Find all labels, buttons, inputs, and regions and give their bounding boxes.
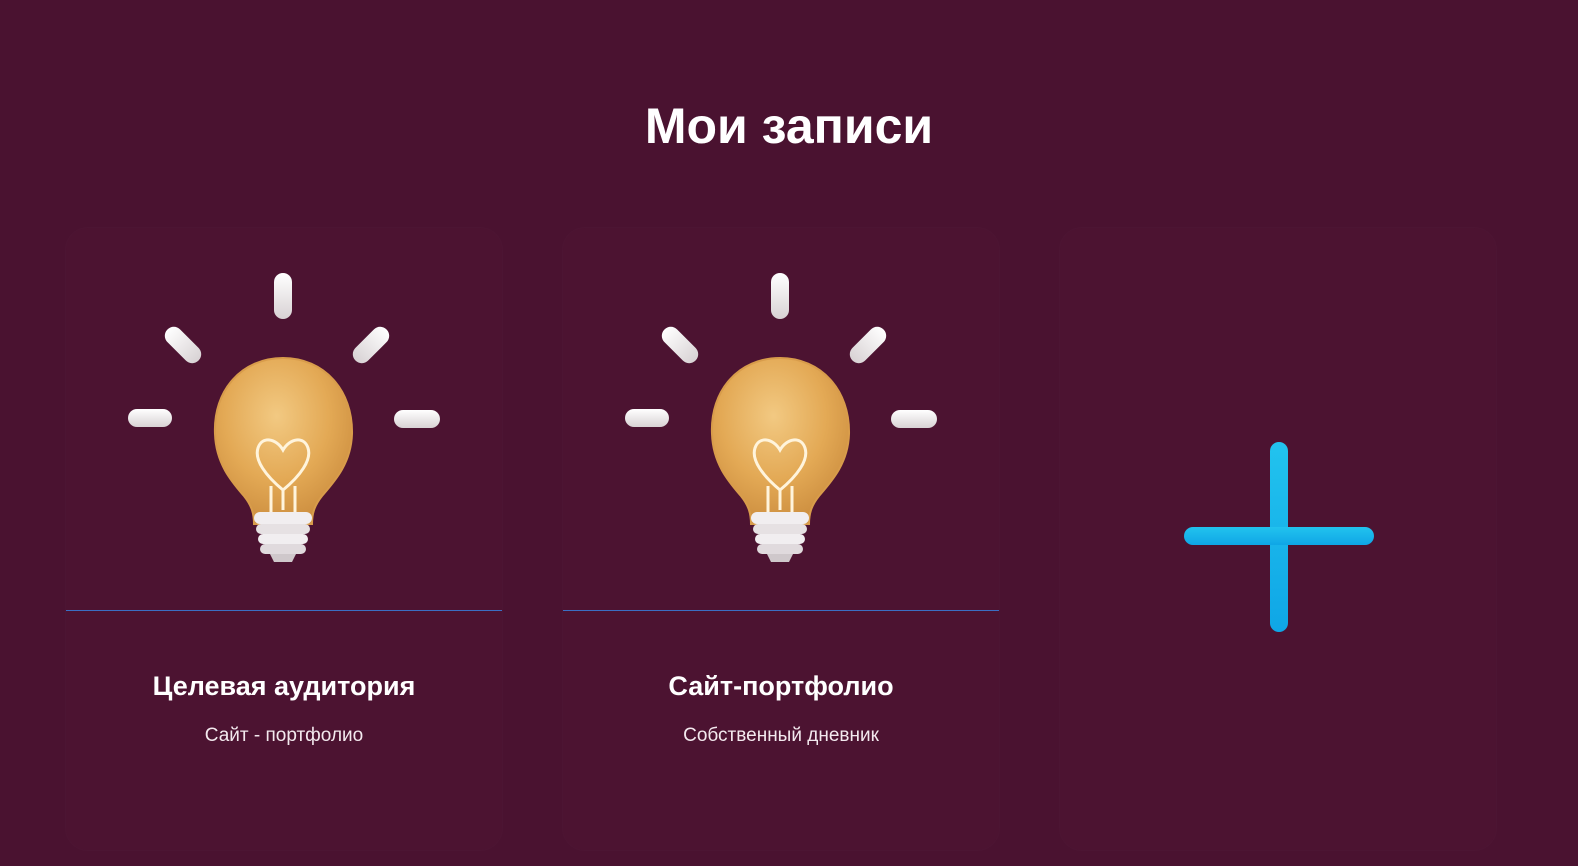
card-subtitle: Собственный дневник — [683, 725, 879, 746]
card-divider — [563, 610, 999, 611]
card-divider — [66, 610, 502, 611]
note-card[interactable]: Целевая аудитория Сайт - портфолио — [66, 228, 502, 850]
plus-icon[interactable] — [1182, 440, 1376, 634]
note-card[interactable]: Сайт-портфолио Собственный дневник — [563, 228, 999, 850]
card-image — [66, 228, 502, 610]
page: Мои записи Целевая аудитория Сайт - порт… — [0, 0, 1578, 866]
card-image — [563, 228, 999, 610]
card-title: Сайт-портфолио — [668, 671, 894, 701]
card-subtitle: Сайт - портфолио — [204, 725, 364, 746]
card-title: Целевая аудитория — [152, 671, 416, 701]
add-note-card[interactable] — [1060, 228, 1496, 850]
lightbulb-icon — [128, 273, 440, 562]
page-title: Мои записи — [644, 98, 934, 154]
lightbulb-icon — [625, 273, 937, 562]
